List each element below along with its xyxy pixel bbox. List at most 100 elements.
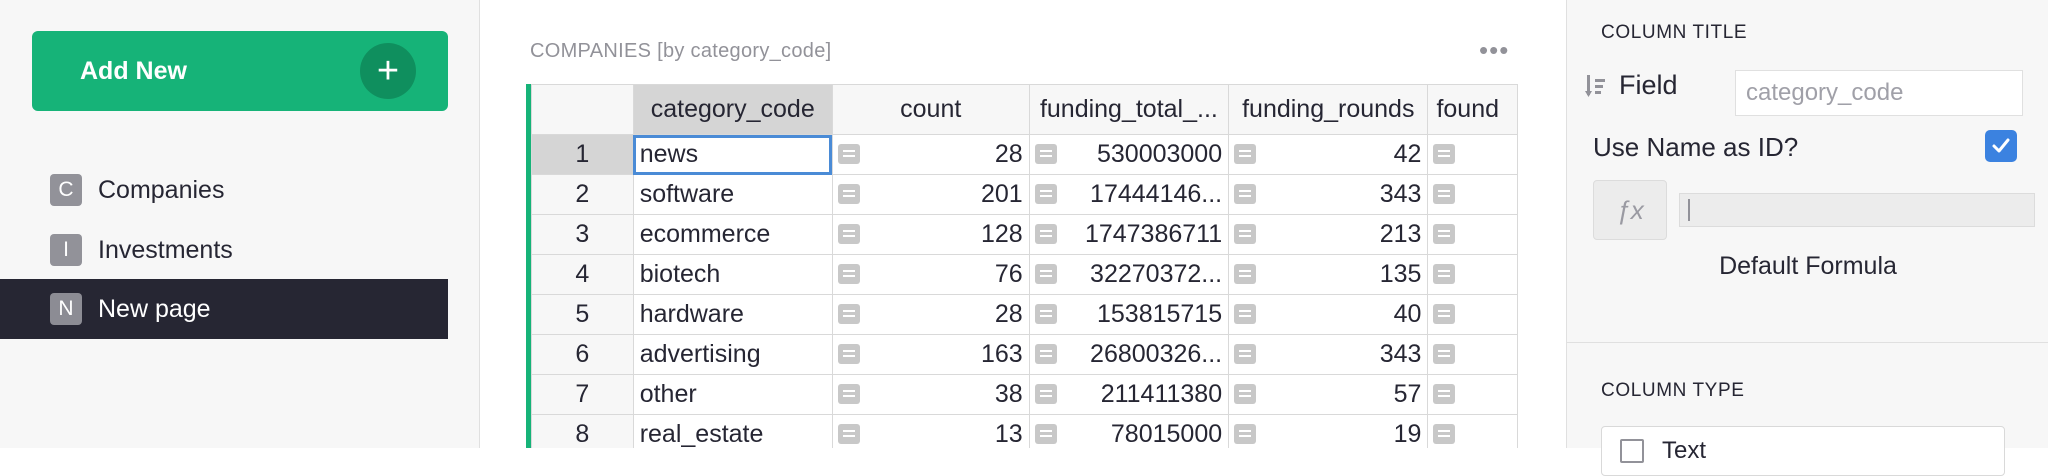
cell-list-icon[interactable] [1234,344,1257,364]
cell-list-icon[interactable] [837,144,860,164]
cell-category-code[interactable]: advertising [632,334,833,375]
row-number[interactable]: 1 [531,134,634,175]
cell-funding-total[interactable]: 1747386711 [1028,214,1230,255]
cell-category-code[interactable]: other [632,374,833,415]
table-row[interactable]: 4 biotech 76 32270372... 135 [531,254,1518,295]
table-row[interactable]: 2 software 201 17444146... 343 [531,174,1518,215]
column-header-funding-total[interactable]: funding_total_... [1028,84,1230,135]
cell-category-code[interactable]: ecommerce [632,214,833,255]
cell-list-icon[interactable] [1234,424,1257,444]
cell-list-icon[interactable] [1034,344,1057,364]
cell-list-icon[interactable] [1034,264,1057,284]
row-number[interactable]: 6 [531,334,634,375]
cell-category-code[interactable]: software [632,174,833,215]
page-item-investments[interactable]: I Investments [0,220,448,280]
cell-funding-rounds[interactable]: 135 [1228,254,1429,295]
cell-list-icon[interactable] [837,304,860,324]
cell-founded[interactable] [1427,174,1518,215]
cell-funding-rounds[interactable]: 343 [1228,174,1429,215]
data-grid[interactable]: category_code count funding_total_... fu… [526,84,1518,448]
cell-count[interactable]: 28 [831,134,1030,175]
cell-count[interactable]: 38 [831,374,1030,415]
formula-editor[interactable] [1679,193,2035,227]
cell-count[interactable]: 76 [831,254,1030,295]
cell-funding-rounds[interactable]: 42 [1228,134,1429,175]
cell-list-icon[interactable] [1234,144,1257,164]
cell-category-code[interactable]: hardware [632,294,833,335]
cell-list-icon[interactable] [1034,224,1057,244]
row-number-header[interactable] [531,84,634,135]
cell-list-icon[interactable] [1433,224,1456,244]
row-number[interactable]: 7 [531,374,634,415]
row-number[interactable]: 5 [531,294,634,335]
column-type-select[interactable]: Text [1601,426,2005,476]
cell-founded[interactable] [1427,374,1518,415]
cell-funding-total[interactable]: 530003000 [1028,134,1230,175]
cell-funding-rounds[interactable]: 19 [1228,414,1429,448]
cell-list-icon[interactable] [837,264,860,284]
cell-list-icon[interactable] [1433,424,1456,444]
cell-funding-rounds[interactable]: 40 [1228,294,1429,335]
column-header-category-code[interactable]: category_code [632,84,833,135]
cell-funding-total[interactable]: 78015000 [1028,414,1230,448]
use-name-as-id-checkbox[interactable] [1985,130,2017,162]
cell-list-icon[interactable] [1433,264,1456,284]
cell-list-icon[interactable] [837,424,860,444]
cell-count[interactable]: 201 [831,174,1030,215]
cell-funding-total[interactable]: 32270372... [1028,254,1230,295]
cell-list-icon[interactable] [1433,344,1456,364]
cell-list-icon[interactable] [837,224,860,244]
cell-category-code[interactable]: biotech [632,254,833,295]
cell-list-icon[interactable] [1034,384,1057,404]
cell-count[interactable]: 28 [831,294,1030,335]
column-header-founded[interactable]: found [1427,84,1518,135]
cell-funding-total[interactable]: 26800326... [1028,334,1230,375]
cell-funding-total[interactable]: 153815715 [1028,294,1230,335]
cell-list-icon[interactable] [1234,304,1257,324]
row-number[interactable]: 2 [531,174,634,215]
table-row[interactable]: 7 other 38 211411380 57 [531,374,1518,415]
formula-fx-button[interactable]: ƒx [1593,180,1667,240]
cell-founded[interactable] [1427,334,1518,375]
cell-funding-rounds[interactable]: 57 [1228,374,1429,415]
table-row[interactable]: 6 advertising 163 26800326... 343 [531,334,1518,375]
cell-founded[interactable] [1427,254,1518,295]
row-number[interactable]: 8 [531,414,634,448]
cell-funding-rounds[interactable]: 343 [1228,334,1429,375]
row-number[interactable]: 4 [531,254,634,295]
page-item-new-page[interactable]: N New page [0,279,448,339]
cell-list-icon[interactable] [837,344,860,364]
cell-count[interactable]: 13 [831,414,1030,448]
cell-founded[interactable] [1427,294,1518,335]
row-number[interactable]: 3 [531,214,634,255]
table-row[interactable]: 8 real_estate 13 78015000 19 [531,414,1518,448]
cell-list-icon[interactable] [1034,304,1057,324]
table-row[interactable]: 3 ecommerce 128 1747386711 213 [531,214,1518,255]
cell-count[interactable]: 128 [831,214,1030,255]
add-new-button[interactable]: Add New + [32,31,448,111]
cell-list-icon[interactable] [837,184,860,204]
cell-list-icon[interactable] [1433,144,1456,164]
cell-founded[interactable] [1427,134,1518,175]
cell-list-icon[interactable] [1034,144,1057,164]
cell-list-icon[interactable] [1234,184,1257,204]
cell-category-code[interactable]: news [632,134,833,175]
cell-list-icon[interactable] [1234,264,1257,284]
cell-list-icon[interactable] [1433,384,1456,404]
column-header-count[interactable]: count [831,84,1030,135]
cell-founded[interactable] [1427,414,1518,448]
cell-list-icon[interactable] [1433,304,1456,324]
field-id-input[interactable]: category_code [1735,70,2023,116]
cell-list-icon[interactable] [837,384,860,404]
cell-list-icon[interactable] [1433,184,1456,204]
cell-list-icon[interactable] [1034,184,1057,204]
cell-list-icon[interactable] [1234,224,1257,244]
cell-funding-total[interactable]: 17444146... [1028,174,1230,215]
table-row[interactable]: 5 hardware 28 153815715 40 [531,294,1518,335]
cell-list-icon[interactable] [1234,384,1257,404]
cell-list-icon[interactable] [1034,424,1057,444]
cell-founded[interactable] [1427,214,1518,255]
cell-category-code[interactable]: real_estate [632,414,833,448]
cell-funding-rounds[interactable]: 213 [1228,214,1429,255]
section-menu-icon[interactable]: ••• [1479,37,1509,63]
